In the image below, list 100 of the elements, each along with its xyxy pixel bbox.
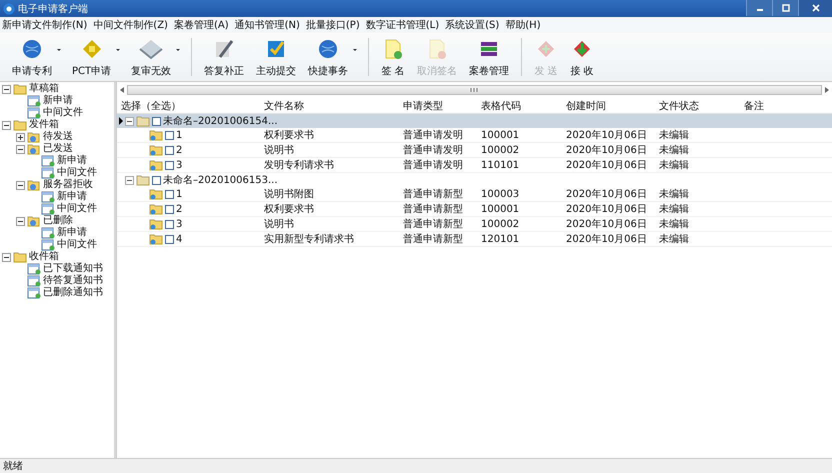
checkbox[interactable]: [165, 190, 174, 198]
checkbox[interactable]: [165, 234, 174, 244]
column-header[interactable]: 创建时间: [562, 99, 655, 113]
menu-item[interactable]: 系统设置(S): [445, 18, 500, 32]
tree-item[interactable]: 发件箱: [29, 119, 59, 131]
tree-item[interactable]: 中间文件: [57, 167, 97, 179]
checkbox[interactable]: [152, 116, 161, 126]
toolbar-button[interactable]: 复审无效: [125, 34, 178, 80]
checkbox[interactable]: [165, 204, 174, 214]
collapse-icon[interactable]: [2, 84, 11, 94]
checkbox[interactable]: [165, 220, 174, 228]
group-row[interactable]: 未命名–20201006153...: [117, 173, 832, 187]
document-icon: [41, 239, 55, 251]
collapse-icon[interactable]: [16, 144, 25, 154]
toolbar-button[interactable]: 签 名: [375, 34, 412, 80]
folder-icon: [149, 144, 163, 156]
group-row[interactable]: 未命名–20201006154...: [117, 114, 832, 128]
collapse-icon[interactable]: [125, 116, 134, 126]
tree-item[interactable]: 已发送: [43, 143, 73, 155]
checkbox[interactable]: [165, 160, 174, 170]
table-cell-text: 100001: [480, 130, 520, 140]
minimize-button[interactable]: [746, 0, 772, 16]
table-cell-text: 未编辑: [658, 202, 690, 216]
toolbar-button[interactable]: 案卷管理: [463, 34, 516, 80]
tree-item[interactable]: 新申请: [57, 191, 87, 203]
tree-item[interactable]: 中间文件: [43, 107, 83, 119]
document-icon: [27, 275, 41, 287]
checkbox[interactable]: [165, 146, 174, 154]
app-icon: [3, 2, 15, 14]
close-icon: [810, 3, 820, 13]
menu-item[interactable]: 数字证书管理(L): [366, 18, 440, 32]
toolbar-button[interactable]: 接 收: [564, 34, 600, 80]
document-icon: [41, 203, 55, 215]
collapse-icon[interactable]: [16, 180, 25, 190]
table-cell: 3: [176, 218, 182, 230]
close-button[interactable]: [798, 0, 832, 16]
checkbox[interactable]: [152, 176, 161, 184]
table-cell-text: 普通申请发明: [402, 158, 464, 172]
tree-item[interactable]: 收件箱: [29, 251, 59, 263]
collapse-icon[interactable]: [16, 216, 25, 226]
table-cell-text: 普通申请新型: [402, 218, 464, 231]
table-cell-text: 普通申请发明: [402, 128, 464, 142]
table-cell-text: 100002: [480, 144, 520, 156]
toolbar-button[interactable]: 答复补正: [198, 34, 250, 80]
table-cell-text: 未编辑: [658, 232, 690, 246]
tree-item[interactable]: 已下载通知书: [43, 263, 103, 275]
tree-item[interactable]: 草稿箱: [29, 83, 59, 95]
tree-item[interactable]: 待答复通知书: [43, 275, 103, 287]
dropdown-arrow-icon[interactable]: [56, 47, 62, 53]
menu-item[interactable]: 新申请文件制作(N): [2, 18, 88, 32]
table-cell-text: 100002: [480, 218, 520, 230]
tree-item[interactable]: 服务器拒收: [43, 179, 93, 191]
table-cell: 2: [176, 144, 182, 156]
tree-item[interactable]: 新申请: [43, 95, 73, 107]
collapse-icon[interactable]: [125, 176, 134, 184]
document-icon: [27, 263, 41, 275]
dropdown-arrow-icon[interactable]: [115, 47, 122, 53]
table-cell-text: 2020年10月06日: [565, 218, 648, 231]
column-header[interactable]: 表格代码: [477, 99, 562, 113]
tree-item[interactable]: 新申请: [57, 155, 87, 167]
row-pointer-icon: [119, 117, 123, 125]
scroll-right-icon[interactable]: [824, 86, 830, 94]
menu-item[interactable]: 案卷管理(A): [174, 18, 229, 32]
collapse-icon[interactable]: [2, 120, 11, 130]
maximize-button[interactable]: [772, 0, 798, 16]
table-cell: 4: [176, 234, 182, 244]
group-name: 未命名–20201006154...: [163, 114, 278, 128]
tree-item[interactable]: 已删除通知书: [43, 287, 103, 299]
toolbar-button[interactable]: 主动提交: [250, 34, 302, 80]
folder-icon: [27, 215, 41, 227]
checkbox[interactable]: [165, 130, 174, 140]
column-header[interactable]: 申请类型: [399, 99, 477, 113]
scroll-left-icon[interactable]: [119, 86, 125, 94]
menu-item[interactable]: 通知书管理(N): [234, 18, 300, 32]
column-header[interactable]: 文件名称: [260, 99, 399, 113]
dropdown-arrow-icon[interactable]: [175, 47, 182, 53]
column-header[interactable]: 文件状态: [655, 99, 740, 113]
table-cell-text: 普通申请新型: [402, 202, 464, 216]
toolbar-button[interactable]: 申请专利: [6, 34, 58, 80]
tree-item[interactable]: 待发送: [43, 131, 73, 143]
column-header[interactable]: 选择（全选）: [117, 99, 260, 113]
grip-icon: [470, 87, 479, 93]
column-header[interactable]: 备注: [740, 99, 820, 113]
dropdown-arrow-icon[interactable]: [352, 47, 358, 53]
document-icon: [41, 155, 55, 167]
menu-item[interactable]: 批量接口(P): [306, 18, 360, 32]
toolbar-button[interactable]: PCT申请: [66, 34, 118, 80]
menu-item[interactable]: 帮助(H): [505, 18, 541, 32]
expand-icon[interactable]: [16, 132, 25, 142]
folder-icon: [136, 115, 150, 127]
tree-item[interactable]: 中间文件: [57, 203, 97, 215]
table-cell-text: 说明书: [263, 144, 295, 157]
table-cell-text: 2020年10月06日: [565, 188, 648, 201]
tree-item[interactable]: 已删除: [43, 215, 73, 227]
table-cell-text: 普通申请新型: [402, 188, 464, 201]
menu-item[interactable]: 中间文件制作(Z): [93, 18, 168, 32]
tree-item[interactable]: 中间文件: [57, 239, 97, 251]
collapse-icon[interactable]: [2, 252, 11, 262]
tree-item[interactable]: 新申请: [57, 227, 87, 239]
toolbar-button[interactable]: 快捷事务: [302, 34, 354, 80]
